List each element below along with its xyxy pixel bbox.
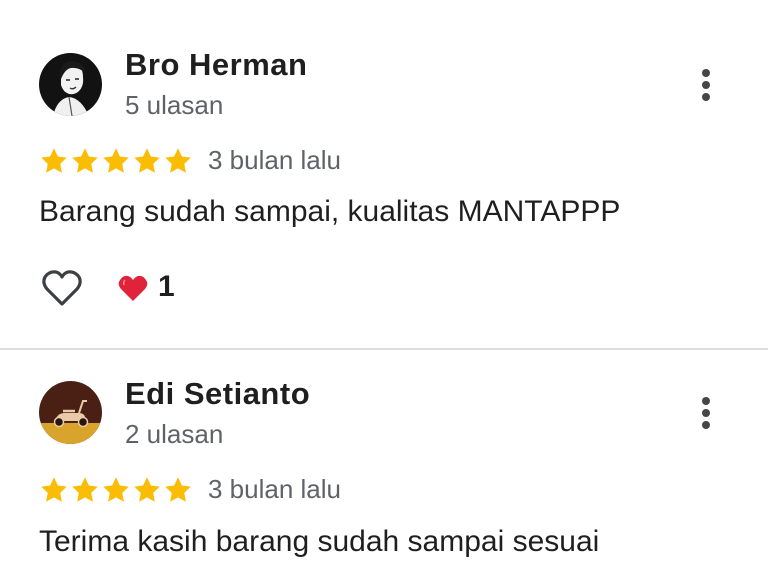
star-icon bbox=[132, 475, 162, 505]
menu-dot bbox=[702, 409, 710, 417]
author-review-count: 5 ulasan bbox=[125, 90, 224, 120]
author-name[interactable]: Bro Herman bbox=[125, 47, 307, 83]
star-icon bbox=[101, 475, 131, 505]
red-heart-icon bbox=[118, 275, 148, 302]
review-text: Terima kasih barang sudah sampai sesuai bbox=[39, 525, 600, 558]
author-review-count: 2 ulasan bbox=[125, 419, 224, 449]
like-heart-outline-icon[interactable] bbox=[40, 268, 84, 308]
scooter-avatar-icon bbox=[39, 381, 102, 444]
person-sketch-avatar-icon bbox=[39, 53, 102, 116]
star-icon bbox=[163, 475, 193, 505]
review-date: 3 bulan lalu bbox=[208, 474, 341, 504]
star-icon bbox=[163, 146, 193, 176]
more-options-icon[interactable] bbox=[692, 65, 720, 105]
star-icon bbox=[39, 475, 69, 505]
author-avatar[interactable] bbox=[39, 53, 102, 116]
menu-dot bbox=[702, 93, 710, 101]
menu-dot bbox=[702, 397, 710, 405]
review-card: Bro Herman 5 ulasan 3 bulan lalu Barang … bbox=[0, 0, 768, 348]
review-card: Edi Setianto 2 ulasan 3 bulan lalu Terim… bbox=[0, 350, 768, 583]
star-icon bbox=[132, 146, 162, 176]
menu-dot bbox=[702, 421, 710, 429]
star-icon bbox=[70, 146, 100, 176]
more-options-icon[interactable] bbox=[692, 393, 720, 433]
review-date: 3 bulan lalu bbox=[208, 145, 341, 175]
reaction-count: 1 bbox=[158, 270, 175, 303]
star-icon bbox=[101, 146, 131, 176]
menu-dot bbox=[702, 69, 710, 77]
star-icon bbox=[39, 146, 69, 176]
menu-dot bbox=[702, 81, 710, 89]
author-name[interactable]: Edi Setianto bbox=[125, 376, 310, 412]
author-avatar[interactable] bbox=[39, 381, 102, 444]
star-icon bbox=[70, 475, 100, 505]
review-text: Barang sudah sampai, kualitas MANTAPPP bbox=[39, 195, 621, 228]
